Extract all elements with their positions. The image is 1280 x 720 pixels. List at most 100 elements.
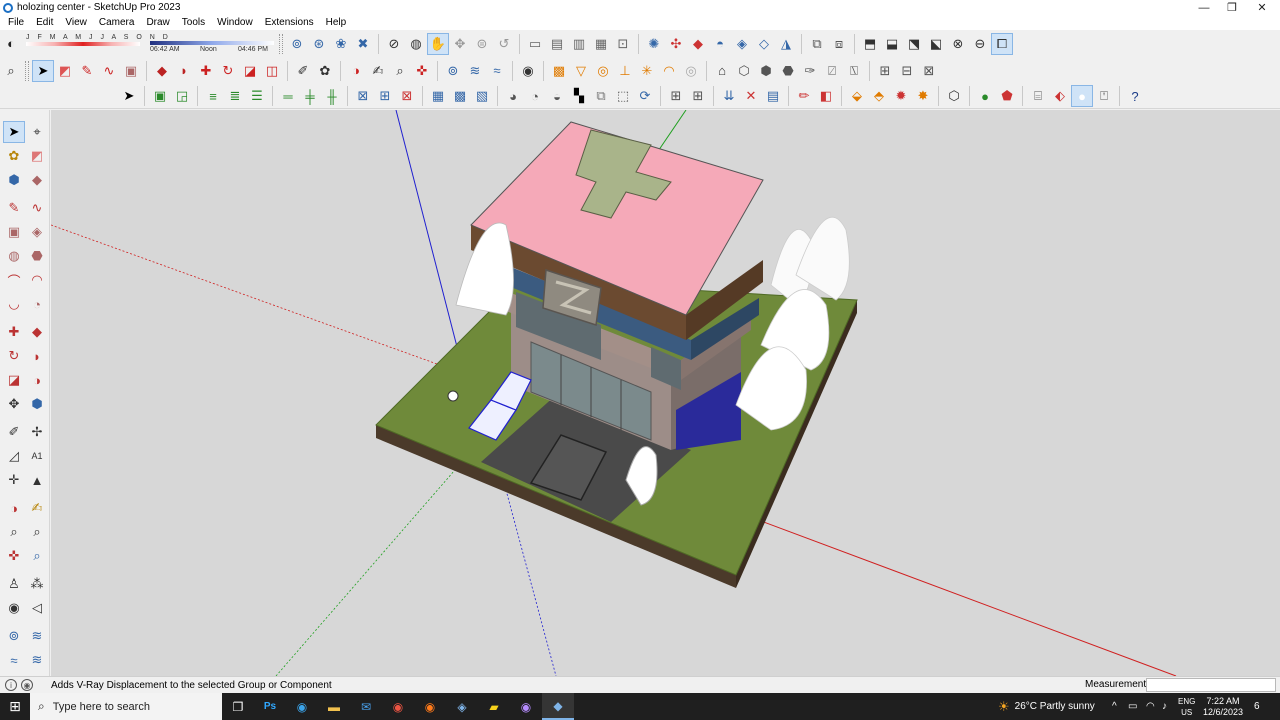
align-1-icon[interactable]: ≡	[202, 85, 224, 107]
extension-1-icon[interactable]: ⬡	[733, 60, 755, 82]
dimension-icon[interactable]: ✢	[26, 421, 48, 443]
minimize-button[interactable]: —	[1190, 0, 1218, 15]
axes-icon[interactable]: ✛	[3, 469, 25, 491]
vray-asset-editor-icon[interactable]: ⊚	[286, 33, 308, 55]
vray-mesh-light-icon[interactable]: ◮	[775, 33, 797, 55]
distribute-1-icon[interactable]: ═	[277, 85, 299, 107]
edge-icon[interactable]: ◉	[286, 693, 318, 720]
look-around-left-icon[interactable]: ◉	[3, 597, 25, 619]
move-left-icon[interactable]: ✚	[3, 321, 25, 343]
freehand-icon[interactable]: ∿	[98, 60, 120, 82]
eraser-icon[interactable]: ◩	[54, 60, 76, 82]
window-select-icon[interactable]: ⧠	[991, 32, 1013, 55]
section-fill-icon[interactable]: ▦	[590, 33, 612, 55]
vray-tools-3-icon[interactable]: ≈	[486, 60, 508, 82]
orbit-icon[interactable]: ⊘	[383, 33, 405, 55]
vray-clipper-icon[interactable]: ◎	[592, 60, 614, 82]
taskbar-search[interactable]: ⌕ Type here to search	[30, 693, 222, 720]
position-camera-icon[interactable]: ♙	[3, 573, 25, 595]
help-icon[interactable]: ?	[1124, 85, 1146, 107]
tag-icon[interactable]: ◆	[26, 169, 48, 191]
extension-5-icon[interactable]: ⍁	[821, 60, 843, 82]
cube-icon[interactable]: ⬚	[612, 85, 634, 107]
follow-me-left-icon[interactable]: ◗	[26, 345, 48, 367]
vray-scatter-icon[interactable]: ✳	[636, 60, 658, 82]
vray-sun-icon[interactable]: ✺	[643, 33, 665, 55]
wifi-icon[interactable]: ◠	[1146, 693, 1155, 720]
menu-view[interactable]: View	[59, 17, 93, 28]
layers-1-icon[interactable]: ⬙	[846, 85, 868, 107]
menu-window[interactable]: Window	[211, 17, 259, 28]
account-icon[interactable]: ◉	[517, 60, 539, 82]
tile-2-icon[interactable]: ⊞	[687, 85, 709, 107]
info-icon[interactable]: i	[5, 679, 17, 691]
menu-camera[interactable]: Camera	[93, 17, 141, 28]
user-icon[interactable]: ◉	[21, 679, 33, 691]
pan-tool-icon[interactable]: ✍	[367, 60, 389, 82]
pan-left-icon[interactable]: ✍	[26, 497, 48, 519]
right-view-icon[interactable]: ⬕	[925, 33, 947, 55]
polygon-icon[interactable]: ⬣	[26, 245, 48, 267]
close-button[interactable]: ✕	[1248, 0, 1276, 15]
solid-tools-icon[interactable]: ⬢	[26, 393, 48, 415]
vray-frame-buffer-icon[interactable]: ✖	[352, 33, 374, 55]
maximize-button[interactable]: ❐	[1218, 0, 1246, 15]
delete-icon[interactable]: ✕	[740, 85, 762, 107]
look-around-icon[interactable]: ◍	[405, 33, 427, 55]
vray-proxy-icon[interactable]: ▩	[548, 60, 570, 82]
previous-view-icon[interactable]: ↺	[493, 33, 515, 55]
lasso-icon[interactable]: ⌖	[26, 121, 48, 143]
arc-icon[interactable]: ⌒	[3, 269, 25, 291]
tray-overflow-icon[interactable]: ^	[1112, 693, 1117, 720]
menu-edit[interactable]: Edit	[30, 17, 59, 28]
freehand-left-icon[interactable]: ∿	[26, 197, 48, 219]
arc-2-icon[interactable]: ◠	[26, 269, 48, 291]
section-plane-icon[interactable]: ▭	[524, 33, 546, 55]
zoom-extents-tool-icon[interactable]: ✜	[411, 60, 433, 82]
mesh-1-icon[interactable]: ◕	[502, 85, 524, 107]
cylinder-icon[interactable]: ⌸	[1027, 85, 1049, 107]
zoom-window-icon[interactable]: ⌕	[26, 521, 48, 543]
paint-bucket-icon[interactable]: ✿	[314, 60, 336, 82]
circle-icon[interactable]: ◍	[3, 245, 25, 267]
time-slider[interactable]	[150, 40, 274, 45]
orbit-left-icon[interactable]: ◑	[3, 497, 25, 519]
checker-icon[interactable]: ▚	[568, 85, 590, 107]
line-tool-icon[interactable]: ✎	[76, 60, 98, 82]
pan-icon[interactable]: ✋	[427, 32, 449, 55]
pencil-icon[interactable]: ✎	[3, 197, 25, 219]
zoom-tool-icon[interactable]: ⌕	[389, 60, 411, 82]
vray-interactive-icon[interactable]: ❀	[330, 33, 352, 55]
materials-icon[interactable]: ⧉	[806, 33, 828, 55]
previous-left-icon[interactable]: ⌕	[26, 545, 48, 567]
mesh-2-icon[interactable]: ◔	[524, 85, 546, 107]
weather-widget[interactable]: ☀ 26°C Partly sunny	[998, 693, 1095, 720]
firefox-icon[interactable]: ◉	[414, 693, 446, 720]
layout-2-icon[interactable]: ⊟	[896, 60, 918, 82]
chrome-icon[interactable]: ◉	[382, 693, 414, 720]
push-pull-left-icon[interactable]: ◆	[26, 321, 48, 343]
menu-help[interactable]: Help	[320, 17, 353, 28]
extension-2-icon[interactable]: ⬢	[755, 60, 777, 82]
extension-4-icon[interactable]: ✑	[799, 60, 821, 82]
mail-icon[interactable]: ✉	[350, 693, 382, 720]
vray-left-4-icon[interactable]: ≋	[26, 649, 48, 671]
vray-left-2-icon[interactable]: ≋	[26, 625, 48, 647]
extension-3-icon[interactable]: ⬣	[777, 60, 799, 82]
sync-icon[interactable]: ⟳	[634, 85, 656, 107]
tile-1-icon[interactable]: ⊞	[665, 85, 687, 107]
menu-file[interactable]: File	[2, 17, 30, 28]
vray-displacement-icon[interactable]: ●	[1071, 85, 1093, 107]
rotated-rect-icon[interactable]: ◈	[26, 221, 48, 243]
rectangle-left-icon[interactable]: ▣	[3, 221, 25, 243]
solid-subtract-icon[interactable]: ◲	[171, 85, 193, 107]
rectangle-tool-icon[interactable]: ▣	[120, 60, 142, 82]
scale-tool-icon[interactable]: ◪	[239, 60, 261, 82]
file-explorer-icon[interactable]: ▬	[318, 693, 350, 720]
gear-orange-icon[interactable]: ✸	[912, 85, 934, 107]
copy-icon[interactable]: ⧉	[590, 85, 612, 107]
vray-sphere-light-icon[interactable]: ◆	[687, 33, 709, 55]
front-view-icon[interactable]: ⬔	[903, 33, 925, 55]
vray-left-1-icon[interactable]: ⊚	[3, 625, 25, 647]
walk-icon[interactable]: ✥	[449, 33, 471, 55]
